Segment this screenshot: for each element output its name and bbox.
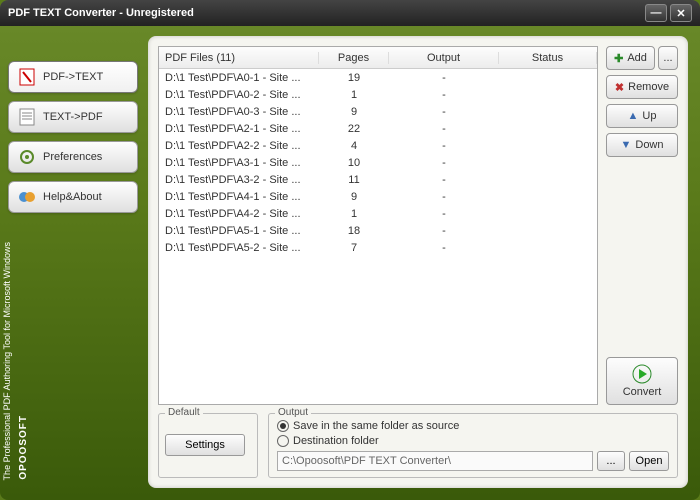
th-output[interactable]: Output <box>389 52 499 64</box>
pdf-icon <box>17 67 37 87</box>
browse-path-button[interactable]: ... <box>597 451 625 471</box>
cell-output: - <box>389 89 499 101</box>
default-groupbox: Default Settings <box>158 413 258 478</box>
x-icon: ✖ <box>615 81 624 94</box>
settings-button[interactable]: Settings <box>165 434 245 456</box>
radio-same-folder[interactable] <box>277 420 289 432</box>
table-header: PDF Files (11) Pages Output Status <box>159 47 597 69</box>
text-icon <box>17 107 37 127</box>
cell-pages: 1 <box>319 208 389 220</box>
table-row[interactable]: D:\1 Test\PDF\A0-1 - Site ...19- <box>159 69 597 86</box>
sidebar-item-pdf-to-text[interactable]: PDF->TEXT <box>8 61 138 93</box>
radio-dest-label: Destination folder <box>293 435 379 447</box>
cell-pages: 7 <box>319 242 389 254</box>
cell-output: - <box>389 106 499 118</box>
down-arrow-icon: ▼ <box>620 139 631 151</box>
cell-pages: 11 <box>319 174 389 186</box>
cell-file: D:\1 Test\PDF\A5-1 - Site ... <box>159 225 319 237</box>
cell-output: - <box>389 157 499 169</box>
table-row[interactable]: D:\1 Test\PDF\A0-3 - Site ...9- <box>159 103 597 120</box>
window-title: PDF TEXT Converter - Unregistered <box>8 7 642 19</box>
down-button[interactable]: ▼ Down <box>606 133 678 157</box>
output-groupbox: Output Save in the same folder as source… <box>268 413 678 478</box>
cell-pages: 1 <box>319 89 389 101</box>
cell-file: D:\1 Test\PDF\A0-2 - Site ... <box>159 89 319 101</box>
output-label: Output <box>275 407 311 418</box>
th-files[interactable]: PDF Files (11) <box>159 52 319 64</box>
table-row[interactable]: D:\1 Test\PDF\A0-2 - Site ...1- <box>159 86 597 103</box>
table-row[interactable]: D:\1 Test\PDF\A3-1 - Site ...10- <box>159 154 597 171</box>
cell-file: D:\1 Test\PDF\A2-2 - Site ... <box>159 140 319 152</box>
table-row[interactable]: D:\1 Test\PDF\A5-2 - Site ...7- <box>159 239 597 256</box>
cell-pages: 19 <box>319 72 389 84</box>
cell-output: - <box>389 140 499 152</box>
cell-output: - <box>389 225 499 237</box>
remove-button[interactable]: ✖ Remove <box>606 75 678 99</box>
radio-destination[interactable] <box>277 435 289 447</box>
titlebar: PDF TEXT Converter - Unregistered — ✕ <box>0 0 700 26</box>
cell-file: D:\1 Test\PDF\A4-1 - Site ... <box>159 191 319 203</box>
destination-path-input[interactable]: C:\Opoosoft\PDF TEXT Converter\ <box>277 451 593 471</box>
close-button[interactable]: ✕ <box>670 4 692 22</box>
cell-file: D:\1 Test\PDF\A0-3 - Site ... <box>159 106 319 118</box>
open-path-button[interactable]: Open <box>629 451 669 471</box>
gear-icon <box>17 147 37 167</box>
sidebar-item-help-about[interactable]: Help&About <box>8 181 138 213</box>
cell-file: D:\1 Test\PDF\A2-1 - Site ... <box>159 123 319 135</box>
cell-file: D:\1 Test\PDF\A3-2 - Site ... <box>159 174 319 186</box>
main-panel: PDF Files (11) Pages Output Status D:\1 … <box>148 36 688 488</box>
app-window: PDF TEXT Converter - Unregistered — ✕ PD… <box>0 0 700 500</box>
cell-pages: 18 <box>319 225 389 237</box>
cell-output: - <box>389 208 499 220</box>
add-browse-button[interactable]: ... <box>658 46 678 70</box>
play-icon <box>632 364 652 384</box>
default-label: Default <box>165 407 203 418</box>
cell-pages: 9 <box>319 106 389 118</box>
cell-pages: 9 <box>319 191 389 203</box>
table-row[interactable]: D:\1 Test\PDF\A2-2 - Site ...4- <box>159 137 597 154</box>
sidebar-item-label: PDF->TEXT <box>43 71 103 83</box>
table-row[interactable]: D:\1 Test\PDF\A2-1 - Site ...22- <box>159 120 597 137</box>
cell-file: D:\1 Test\PDF\A5-2 - Site ... <box>159 242 319 254</box>
cell-output: - <box>389 72 499 84</box>
brand-text: OPOOSOFT <box>18 415 29 480</box>
sidebar-item-label: Preferences <box>43 151 102 163</box>
cell-file: D:\1 Test\PDF\A0-1 - Site ... <box>159 72 319 84</box>
table-row[interactable]: D:\1 Test\PDF\A4-1 - Site ...9- <box>159 188 597 205</box>
sidebar-item-label: TEXT->PDF <box>43 111 103 123</box>
up-button[interactable]: ▲ Up <box>606 104 678 128</box>
cell-pages: 4 <box>319 140 389 152</box>
cell-output: - <box>389 123 499 135</box>
sidebar-item-text-to-pdf[interactable]: TEXT->PDF <box>8 101 138 133</box>
sidebar-item-label: Help&About <box>43 191 102 203</box>
plus-icon: ✚ <box>614 52 623 65</box>
cell-file: D:\1 Test\PDF\A4-2 - Site ... <box>159 208 319 220</box>
up-arrow-icon: ▲ <box>628 110 639 122</box>
sidebar-item-preferences[interactable]: Preferences <box>8 141 138 173</box>
table-body[interactable]: D:\1 Test\PDF\A0-1 - Site ...19-D:\1 Tes… <box>159 69 597 404</box>
cell-pages: 22 <box>319 123 389 135</box>
convert-button[interactable]: Convert <box>606 357 678 405</box>
table-row[interactable]: D:\1 Test\PDF\A5-1 - Site ...18- <box>159 222 597 239</box>
cell-output: - <box>389 174 499 186</box>
th-status[interactable]: Status <box>499 52 597 64</box>
minimize-button[interactable]: — <box>645 4 667 22</box>
tagline-text: The Professional PDF Authoring Tool for … <box>2 242 13 480</box>
add-button[interactable]: ✚ Add <box>606 46 655 70</box>
table-row[interactable]: D:\1 Test\PDF\A4-2 - Site ...1- <box>159 205 597 222</box>
help-icon <box>17 187 37 207</box>
cell-output: - <box>389 242 499 254</box>
action-buttons: ✚ Add ... ✖ Remove ▲ Up ▼ <box>606 46 678 405</box>
cell-pages: 10 <box>319 157 389 169</box>
cell-file: D:\1 Test\PDF\A3-1 - Site ... <box>159 157 319 169</box>
table-row[interactable]: D:\1 Test\PDF\A3-2 - Site ...11- <box>159 171 597 188</box>
th-pages[interactable]: Pages <box>319 52 389 64</box>
file-table: PDF Files (11) Pages Output Status D:\1 … <box>158 46 598 405</box>
cell-output: - <box>389 191 499 203</box>
radio-same-label: Save in the same folder as source <box>293 420 459 432</box>
